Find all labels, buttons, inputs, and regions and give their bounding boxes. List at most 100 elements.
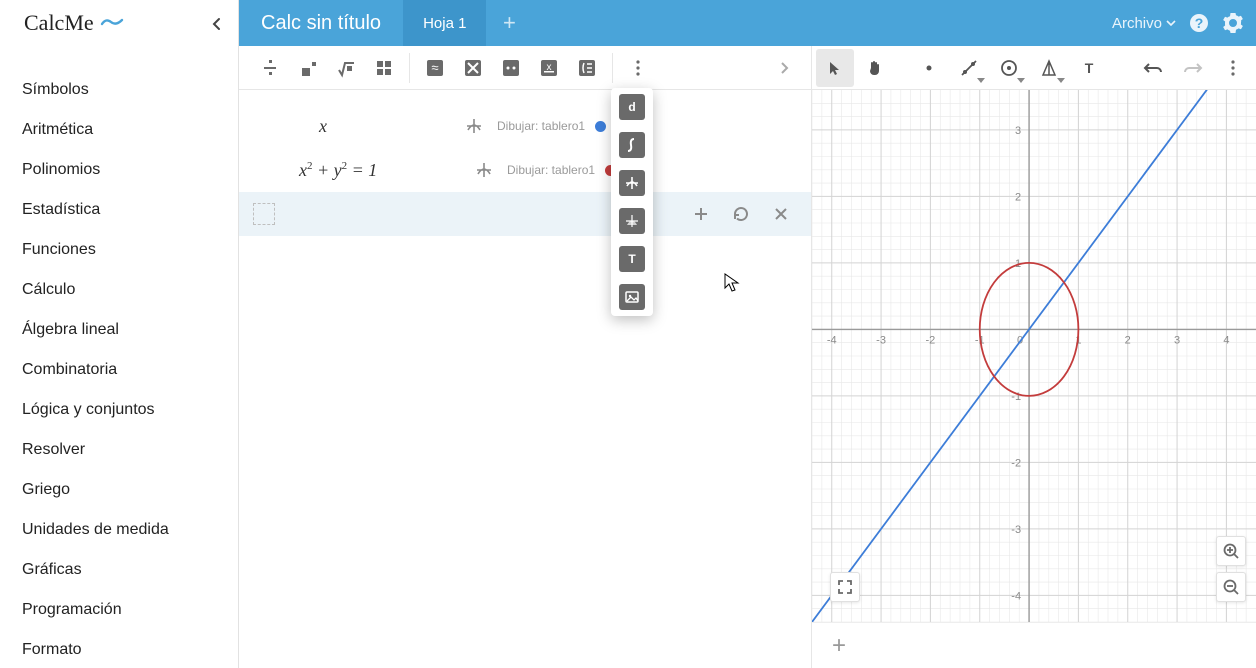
graph-more-button[interactable]	[1214, 49, 1252, 87]
logo-wave-icon	[100, 14, 124, 32]
expression-refresh-button[interactable]	[731, 204, 751, 224]
circle-tool[interactable]	[990, 49, 1028, 87]
expression-add-button[interactable]	[691, 204, 711, 224]
svg-text:2: 2	[1125, 334, 1131, 346]
plot-icon	[469, 161, 499, 179]
svg-text:T: T	[1085, 60, 1094, 76]
sidebar-item-logica[interactable]: Lógica y conjuntos	[22, 390, 238, 430]
main-area: Calc sin título Hoja 1 + Archivo ?	[239, 0, 1256, 668]
sidebar-item-graficas[interactable]: Gráficas	[22, 550, 238, 590]
matrix-tool[interactable]	[365, 49, 403, 87]
sidebar-item-algebra-lineal[interactable]: Álgebra lineal	[22, 310, 238, 350]
zoom-out-button[interactable]	[1216, 572, 1246, 602]
graph-column: T -4-3-2-11234-4-3-2-11230 +	[812, 46, 1256, 668]
settings-button[interactable]	[1222, 12, 1244, 34]
svg-text:3: 3	[1174, 334, 1180, 346]
popup-image-button[interactable]	[619, 284, 645, 310]
add-sheet-button[interactable]: +	[486, 0, 532, 46]
draw-label-1: Dibujar: tablero1	[497, 119, 585, 133]
popup-derivative-button[interactable]: d	[619, 94, 645, 120]
sidebar: CalcMe Símbolos Aritmética Polinomios Es…	[0, 0, 239, 668]
chevron-down-icon	[1166, 20, 1176, 26]
sidebar-item-resolver[interactable]: Resolver	[22, 430, 238, 470]
undo-button[interactable]	[1134, 49, 1172, 87]
document-title[interactable]: Calc sin título	[239, 12, 403, 35]
svg-text:2: 2	[1015, 191, 1021, 203]
sheet-tab-label: Hoja 1	[423, 15, 466, 32]
svg-text:4: 4	[1223, 334, 1229, 346]
sidebar-item-polinomios[interactable]: Polinomios	[22, 150, 238, 190]
point-tool[interactable]	[910, 49, 948, 87]
fraction-tool[interactable]	[251, 49, 289, 87]
sqrt-tool[interactable]	[327, 49, 365, 87]
sidebar-item-formato[interactable]: Formato	[22, 630, 238, 668]
zoom-in-button[interactable]	[1216, 536, 1246, 566]
graph-canvas[interactable]: -4-3-2-11234-4-3-2-11230	[812, 90, 1256, 622]
subst-tool[interactable]: x	[530, 49, 568, 87]
draw-label-2: Dibujar: tablero1	[507, 163, 595, 177]
editor-toolbar: ≈ x d T	[239, 46, 811, 90]
color-dot-1[interactable]	[595, 121, 606, 132]
graph-toolbar: T	[812, 46, 1256, 90]
more-tools-button[interactable]	[619, 49, 657, 87]
interval-tool[interactable]	[492, 49, 530, 87]
sidebar-list: Símbolos Aritmética Polinomios Estadísti…	[0, 46, 238, 668]
conic-tool[interactable]	[1030, 49, 1068, 87]
sidebar-item-funciones[interactable]: Funciones	[22, 230, 238, 270]
expression-row-new[interactable]	[239, 192, 811, 236]
logo-row: CalcMe	[0, 0, 238, 46]
text-tool[interactable]: T	[1070, 49, 1108, 87]
forward-button[interactable]	[765, 49, 803, 87]
fullscreen-button[interactable]	[830, 572, 860, 602]
more-tools-popup: d T	[611, 88, 653, 316]
pointer-tool[interactable]	[816, 49, 854, 87]
expression-row-1[interactable]: x Dibujar: tablero1	[239, 104, 811, 148]
expression-row-actions	[691, 204, 791, 224]
cursor-icon	[724, 273, 740, 298]
svg-text:-3: -3	[876, 334, 886, 346]
expression-row-2[interactable]: x2 + y2 = 1 Dibujar: tablero1	[239, 148, 811, 192]
sidebar-item-calculo[interactable]: Cálculo	[22, 270, 238, 310]
sidebar-collapse-button[interactable]	[206, 14, 226, 34]
popup-region-button[interactable]	[619, 208, 645, 234]
svg-text:≈: ≈	[431, 60, 438, 75]
add-board-button[interactable]: +	[812, 622, 1256, 668]
content-area: ≈ x d T	[239, 46, 1256, 668]
sidebar-item-unidades[interactable]: Unidades de medida	[22, 510, 238, 550]
top-bar: Calc sin título Hoja 1 + Archivo ?	[239, 0, 1256, 46]
sidebar-item-griego[interactable]: Griego	[22, 470, 238, 510]
expression-math-1: x	[319, 116, 459, 137]
sidebar-item-aritmetica[interactable]: Aritmética	[22, 110, 238, 150]
expression-math-2: x2 + y2 = 1	[299, 160, 439, 181]
help-button[interactable]: ?	[1188, 12, 1210, 34]
redo-button[interactable]	[1174, 49, 1212, 87]
svg-text:d: d	[628, 100, 635, 114]
approx-tool[interactable]: ≈	[416, 49, 454, 87]
svg-text:3: 3	[1015, 125, 1021, 137]
expression-delete-button[interactable]	[771, 204, 791, 224]
sheet-tab[interactable]: Hoja 1	[403, 0, 486, 46]
line-tool[interactable]	[950, 49, 988, 87]
file-menu-label: Archivo	[1112, 15, 1162, 32]
plot-icon	[459, 117, 489, 135]
sidebar-item-simbolos[interactable]: Símbolos	[22, 70, 238, 110]
sidebar-item-combinatoria[interactable]: Combinatoria	[22, 350, 238, 390]
svg-text:-4: -4	[1011, 590, 1021, 602]
popup-plot-button[interactable]	[619, 170, 645, 196]
popup-integral-button[interactable]	[619, 132, 645, 158]
sidebar-item-programacion[interactable]: Programación	[22, 590, 238, 630]
popup-text-button[interactable]: T	[619, 246, 645, 272]
svg-text:?: ?	[1195, 15, 1204, 31]
graph-svg: -4-3-2-11234-4-3-2-11230	[812, 90, 1256, 622]
file-menu[interactable]: Archivo	[1112, 15, 1176, 32]
expression-list: x Dibujar: tablero1 x2 + y2 = 1 Dibujar:…	[239, 90, 811, 236]
sidebar-item-estadistica[interactable]: Estadística	[22, 190, 238, 230]
editor-column: ≈ x d T	[239, 46, 812, 668]
belongs-tool[interactable]	[454, 49, 492, 87]
svg-text:-2: -2	[1011, 457, 1021, 469]
svg-text:-4: -4	[827, 334, 837, 346]
exponent-tool[interactable]	[289, 49, 327, 87]
hand-tool[interactable]	[856, 49, 894, 87]
cases-tool[interactable]	[568, 49, 606, 87]
expression-input-placeholder[interactable]	[253, 203, 275, 225]
